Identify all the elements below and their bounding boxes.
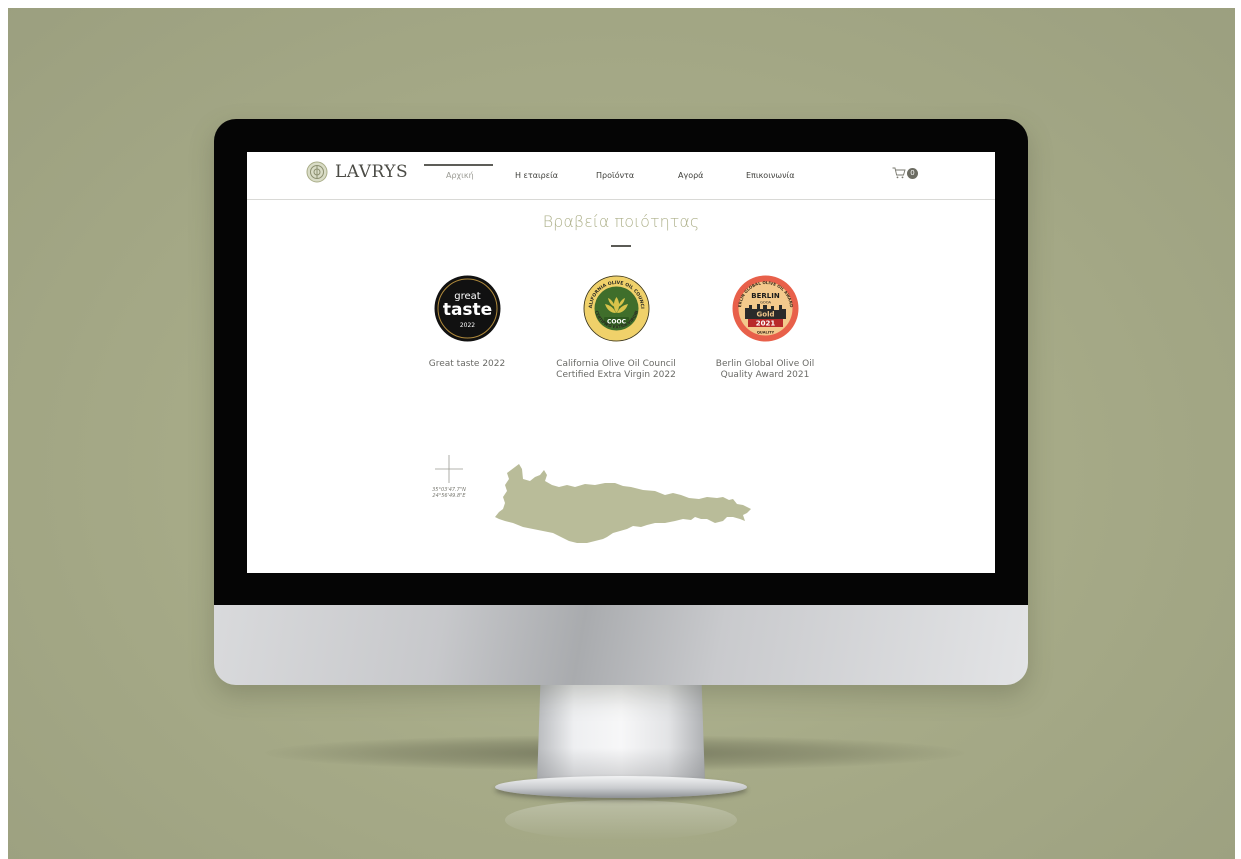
section-title: Βραβεία ποιότητας [542,212,700,231]
award-label: Great taste 2022 [392,359,542,370]
location-pin[interactable] [620,531,626,537]
cart-icon [892,167,906,179]
longitude-text: 24°56'49.8"E [432,493,466,499]
award-label: California Olive Oil Council Certified E… [541,359,691,381]
nav-active-indicator [424,164,493,166]
svg-text:GOOA: GOOA [760,301,771,305]
berlin-gold-badge: BERLIN GLOBAL OLIVE OIL AWARDS BERLIN GO… [730,271,798,342]
award-label-line: Berlin Global Olive Oil [715,359,815,369]
award-label-line: California Olive Oil Council [556,359,676,369]
svg-text:2021: 2021 [755,320,775,328]
olive-emblem-icon [306,161,328,183]
nav-item-company[interactable]: Η εταιρεία [515,171,558,180]
nav-item-home[interactable]: Αρχική [446,171,474,180]
monitor-chin [214,605,1028,685]
brand-logo[interactable]: LAVRYS [306,161,408,183]
crosshair-icon [435,455,463,483]
svg-text:2022: 2022 [459,322,474,329]
cart-count-badge: 0 [907,167,918,179]
great-taste-badge: great taste 2022 [434,275,500,342]
award-great-taste: great taste 2022 Great taste 2022 [392,275,542,370]
award-label-line: Certified Extra Virgin 2022 [556,370,676,380]
monitor: LAVRYS Αρχική Η εταιρεία Προϊόντα Αγορά … [214,119,1028,685]
svg-text:Gold: Gold [756,311,774,319]
crete-map[interactable] [495,457,755,557]
brand-name: LAVRYS [335,162,409,182]
cart-button[interactable]: 0 [892,167,918,179]
svg-text:BERLIN: BERLIN [751,292,780,300]
frame-right [1235,0,1241,859]
nav-item-products[interactable]: Προϊόντα [596,171,634,180]
site-header: LAVRYS Αρχική Η εταιρεία Προϊόντα Αγορά … [247,152,995,200]
stand-reflection [505,800,737,840]
frame-left [0,0,8,859]
crete-island-shape [495,464,751,543]
cooc-badge: COOC CALIFORNIA OLIVE OIL COUNCIL CERTIF… [581,271,649,342]
nav-item-contact[interactable]: Επικοινωνία [746,171,795,180]
title-divider [611,245,631,247]
award-label-line: Quality Award 2021 [720,370,810,380]
coordinates-label: 35°03'47.7"N 24°56'49.8"E [427,487,471,499]
award-label-line: Great taste 2022 [428,359,506,369]
award-berlin: BERLIN GLOBAL OLIVE OIL AWARDS BERLIN GO… [690,271,840,381]
svg-text:QUALITY: QUALITY [756,331,774,335]
nav-item-shop[interactable]: Αγορά [678,171,703,180]
svg-text:taste: taste [442,300,491,320]
frame-top [0,0,1241,8]
stand-foot [495,776,747,798]
website-screen: LAVRYS Αρχική Η εταιρεία Προϊόντα Αγορά … [247,152,995,573]
award-cooc: COOC CALIFORNIA OLIVE OIL COUNCIL CERTIF… [541,271,691,381]
award-label: Berlin Global Olive Oil Quality Award 20… [690,359,840,381]
